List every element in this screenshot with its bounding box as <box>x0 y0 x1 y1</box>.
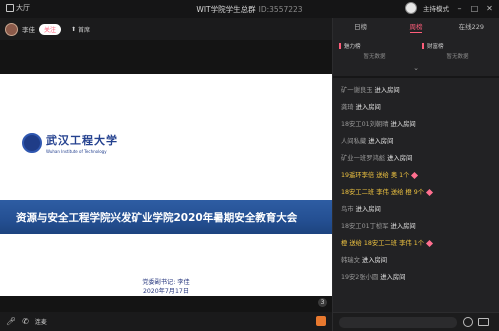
tab-daily[interactable]: 日榜 <box>333 18 388 34</box>
rank-marker-icon <box>422 43 424 49</box>
chat-text: 进入房间 <box>355 206 381 213</box>
chat-message: 18安工01丁桢军 进入房间 <box>341 218 499 235</box>
chat-message: 矿业一班罗鸿彪 进入房间 <box>341 150 499 167</box>
chat-user-name[interactable]: 矿业一班罗鸿彪 <box>341 155 385 162</box>
tab-weekly[interactable]: 周榜 <box>388 18 443 34</box>
chat-text: 进入房间 <box>368 138 394 145</box>
gift-heart-icon <box>425 188 434 196</box>
room-name: WIT学院学生总群 <box>196 5 256 14</box>
chat-user-name[interactable]: 矿一谢良玉 <box>341 87 372 94</box>
host-name: 李佳 <box>22 26 35 34</box>
chat-text: 进入房间 <box>390 121 416 128</box>
chat-user-name[interactable]: 韩瑞文 <box>341 257 360 264</box>
chat-message: 19遥环李倍 送给 奥 1个 <box>341 167 499 184</box>
wealth-rank[interactable]: 财富榜 <box>416 42 499 50</box>
follow-button[interactable]: 关注 <box>39 23 62 35</box>
user-avatar[interactable] <box>405 2 417 14</box>
chat-message: 18安工二班 李伟 送给 橙 9个 <box>341 184 499 201</box>
presentation-slide: 武汉工程大学 Wuhan Institute of Technology 资源与… <box>0 74 332 296</box>
chat-text: 进入房间 <box>355 104 381 111</box>
wealth-rank-label: 财富榜 <box>427 44 444 50</box>
title-bar: 大厅 WIT学院学生总群 ID:3557223 主持模式 – □ ✕ <box>0 0 499 18</box>
chat-user-name[interactable]: 18安工01丁桢军 <box>341 223 389 230</box>
bottom-bar: 🎤︎ ✆ 连麦 <box>0 312 332 331</box>
maximize-icon[interactable]: □ <box>470 4 479 13</box>
slide-presenter: 党委副书记: 李佳 <box>142 279 190 286</box>
titlebar-controls: 主持模式 – □ ✕ <box>405 2 494 14</box>
chat-user-name[interactable]: 18安工二班 李伟 <box>341 189 389 196</box>
charm-rank-label: 魅力榜 <box>344 44 361 50</box>
chat-message: 19安2张小圆 进入房间 <box>341 269 499 286</box>
input-bar <box>333 312 499 331</box>
chat-message: 橙 送给 18安工二班 李伟 1个 <box>341 235 499 252</box>
chat-user-name[interactable]: 鸟市 <box>341 206 354 213</box>
chat-text: 进入房间 <box>390 223 416 230</box>
host-mode-label[interactable]: 主持模式 <box>423 3 449 13</box>
pin-icon: ⬆ <box>71 25 77 33</box>
charm-rank[interactable]: 魅力榜 <box>333 42 416 50</box>
host-avatar[interactable] <box>5 22 18 36</box>
chief-label: 首席 <box>78 26 91 34</box>
rank-empty-row: 暂无数据 暂无数据 <box>333 52 499 64</box>
chief-button[interactable]: ⬆ 首席 <box>71 25 90 34</box>
chat-text: 送给 18安工二班 李伟 1个 <box>349 240 425 247</box>
chat-text: 送给 奥 1个 <box>376 172 410 179</box>
minimize-icon[interactable]: – <box>455 4 464 13</box>
chat-text: 进入房间 <box>387 155 413 162</box>
expand-chevron-icon[interactable]: ⌄ <box>333 64 499 74</box>
mic-icon[interactable]: 🎤︎ <box>6 317 16 326</box>
rank-headers: 魅力榜 财富榜 <box>333 40 499 52</box>
chat-list: 矿一谢良玉 进入房间 龚琦 进入房间 18安工01刘朝晴 进入房间 人间私藏 进入房间… <box>333 78 499 286</box>
chat-text: 进入房间 <box>374 87 400 94</box>
chat-text: 进入房间 <box>380 274 406 281</box>
host-bar: 李佳 关注 ⬆ 首席 <box>0 18 332 40</box>
gift-heart-icon <box>425 239 434 247</box>
video-stage: 武汉工程大学 Wuhan Institute of Technology 资源与… <box>0 40 332 312</box>
logo-name-cn: 武汉工程大学 <box>46 134 118 147</box>
ranking-tabs: 日榜 周榜 在线229 <box>333 18 499 34</box>
gift-heart-icon <box>411 171 419 179</box>
slide-date: 2020年7月17日 <box>142 288 190 295</box>
gift-icon[interactable] <box>316 316 326 326</box>
chat-message: 18安工01刘朝晴 进入房间 <box>341 116 499 133</box>
rank-marker-icon <box>339 43 341 49</box>
slide-title: 资源与安全工程学院兴发矿业学院2020年暑期安全教育大会 <box>16 211 298 224</box>
chat-user-name[interactable]: 19安2张小圆 <box>341 274 378 281</box>
tab-online[interactable]: 在线229 <box>444 18 499 34</box>
chat-user-name[interactable]: 19遥环李倍 <box>341 172 374 179</box>
chat-input[interactable] <box>339 317 457 328</box>
chat-message: 韩瑞文 进入房间 <box>341 252 499 269</box>
chat-message: 人间私藏 进入房间 <box>341 133 499 150</box>
logo-name-en: Wuhan Institute of Technology <box>46 149 107 154</box>
chat-text: 送给 橙 9个 <box>390 189 425 196</box>
live-room-window: 大厅 WIT学院学生总群 ID:3557223 主持模式 – □ ✕ 李佳 关注 … <box>0 0 499 331</box>
chat-message: 龚琦 进入房间 <box>341 99 499 116</box>
close-icon[interactable]: ✕ <box>485 4 494 13</box>
emblem-icon <box>22 133 42 153</box>
chat-user-name[interactable]: 橙 <box>341 240 347 247</box>
wealth-empty: 暂无数据 <box>446 54 469 60</box>
right-panel: 日榜 周榜 在线229 魅力榜 财富榜 暂无数据 暂无数据 ⌄ 矿一谢良玉 进入… <box>332 18 499 331</box>
stage-count-badge[interactable]: 3 <box>318 298 327 307</box>
chat-user-name[interactable]: 18安工01刘朝晴 <box>341 121 389 128</box>
mic-link-label[interactable]: 连麦 <box>35 317 47 326</box>
chat-user-name[interactable]: 龚琦 <box>341 104 354 111</box>
university-logo: 武汉工程大学 Wuhan Institute of Technology <box>22 132 118 154</box>
chat-text: 进入房间 <box>361 257 388 264</box>
chat-message: 矿一谢良玉 进入房间 <box>341 82 499 99</box>
chat-user-name[interactable]: 人间私藏 <box>341 138 366 145</box>
room-id: ID:3557223 <box>258 5 303 14</box>
charm-empty: 暂无数据 <box>363 54 386 60</box>
emoji-icon[interactable] <box>463 317 473 327</box>
phone-icon[interactable]: ✆ <box>22 317 29 326</box>
slide-banner: 资源与安全工程学院兴发矿业学院2020年暑期安全教育大会 <box>0 200 332 234</box>
image-icon[interactable] <box>478 318 489 326</box>
chat-message: 鸟市 进入房间 <box>341 201 499 218</box>
